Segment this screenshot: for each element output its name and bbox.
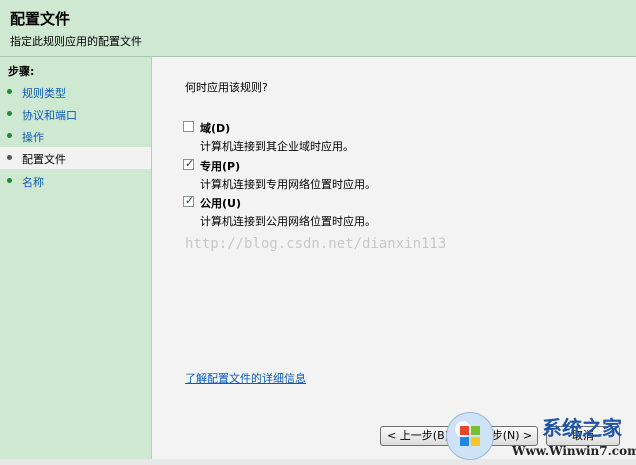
- option-description: 计算机连接到公用网络位置时应用。: [200, 215, 376, 228]
- brand-watermark: 系统之家 Www.Winwin7.com: [446, 410, 636, 465]
- step-bullet-icon: [7, 178, 12, 183]
- domain-checkbox[interactable]: [183, 121, 194, 132]
- windows-logo-icon: [446, 412, 494, 460]
- sidebar-item-rule-type[interactable]: 规则类型: [0, 81, 151, 103]
- brand-url: Www.Winwin7.com: [512, 444, 636, 458]
- steps-sidebar: 步骤: 规则类型 协议和端口 操作 配置文件 名称: [0, 57, 152, 459]
- sidebar-item-label: 名称: [22, 176, 44, 189]
- option-label: 域(D): [200, 122, 231, 135]
- sidebar-item-label: 操作: [22, 131, 44, 144]
- option-label: 公用(U): [200, 197, 241, 210]
- option-private[interactable]: ✓ 专用(P) 计算机连接到专用网络位置时应用。: [183, 156, 603, 196]
- private-checkbox[interactable]: ✓: [183, 157, 195, 170]
- step-bullet-icon: [7, 155, 12, 160]
- page-subtitle: 指定此规则应用的配置文件: [10, 35, 142, 48]
- sidebar-item-label: 配置文件: [22, 153, 66, 166]
- sidebar-item-label: 协议和端口: [22, 109, 77, 122]
- step-bullet-icon: [7, 111, 12, 116]
- brand-name: 系统之家: [542, 416, 622, 440]
- check-icon: ✓: [185, 194, 195, 207]
- sidebar-item-profile[interactable]: 配置文件: [0, 147, 151, 169]
- watermark-text: http://blog.csdn.net/dianxin113: [185, 236, 447, 252]
- step-bullet-icon: [7, 89, 12, 94]
- wizard-header: 配置文件 指定此规则应用的配置文件: [0, 0, 636, 57]
- sidebar-item-action[interactable]: 操作: [0, 125, 151, 147]
- public-checkbox[interactable]: ✓: [183, 194, 195, 207]
- question-text: 何时应用该规则?: [185, 81, 268, 94]
- learn-more-link[interactable]: 了解配置文件的详细信息: [185, 370, 306, 386]
- main-content: 何时应用该规则? 域(D) 计算机连接到其企业域时应用。 ✓ 专用(P) 计算机…: [152, 57, 636, 459]
- back-button[interactable]: < 上一步(B): [380, 426, 456, 446]
- step-bullet-icon: [7, 133, 12, 138]
- page-title: 配置文件: [10, 10, 71, 28]
- check-icon: ✓: [185, 157, 195, 170]
- option-description: 计算机连接到其企业域时应用。: [200, 140, 354, 153]
- steps-title: 步骤:: [8, 65, 35, 78]
- option-description: 计算机连接到专用网络位置时应用。: [200, 178, 376, 191]
- option-public[interactable]: ✓ 公用(U) 计算机连接到公用网络位置时应用。: [183, 193, 603, 233]
- sidebar-item-label: 规则类型: [22, 87, 66, 100]
- option-domain[interactable]: 域(D) 计算机连接到其企业域时应用。: [183, 118, 603, 158]
- sidebar-item-name[interactable]: 名称: [0, 170, 151, 192]
- sidebar-item-protocol-ports[interactable]: 协议和端口: [0, 103, 151, 125]
- option-label: 专用(P): [200, 160, 241, 173]
